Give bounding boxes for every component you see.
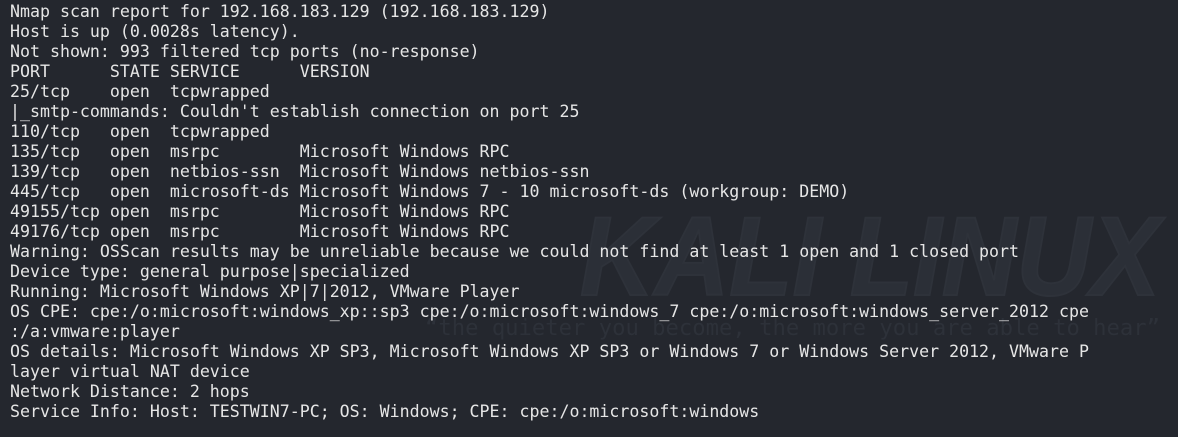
warning-line: Warning: OSScan results may be unreliabl… <box>10 242 1020 261</box>
nmap-output: Nmap scan report for 192.168.183.129 (19… <box>10 2 1089 422</box>
output-line: Device type: general purpose|specialized <box>10 262 410 281</box>
output-line: Service Info: Host: TESTWIN7-PC; OS: Win… <box>10 402 760 421</box>
port-table-header: PORT STATE SERVICE VERSION <box>10 62 370 81</box>
port-row: 49155/tcp open msrpc Microsoft Windows R… <box>10 202 510 221</box>
output-line: Host is up (0.0028s latency). <box>10 22 300 41</box>
port-row: 445/tcp open microsoft-ds Microsoft Wind… <box>10 182 850 201</box>
output-line: Network Distance: 2 hops <box>10 382 250 401</box>
output-line: OS CPE: cpe:/o:microsoft:windows_xp::sp3… <box>10 302 1089 321</box>
script-output-line: |_smtp-commands: Couldn't establish conn… <box>10 102 580 121</box>
output-line: :/a:vmware:player <box>10 322 180 341</box>
port-row: 25/tcp open tcpwrapped <box>10 82 270 101</box>
output-line: layer virtual NAT device <box>10 362 250 381</box>
port-row: 49176/tcp open msrpc Microsoft Windows R… <box>10 222 510 241</box>
output-line: Not shown: 993 filtered tcp ports (no-re… <box>10 42 480 61</box>
port-row: 139/tcp open netbios-ssn Microsoft Windo… <box>10 162 590 181</box>
terminal-window[interactable]: KALI LINUX “the quieter you become, the … <box>0 0 1178 437</box>
output-line: Running: Microsoft Windows XP|7|2012, VM… <box>10 282 520 301</box>
output-line: Nmap scan report for 192.168.183.129 (19… <box>10 2 550 21</box>
port-row: 135/tcp open msrpc Microsoft Windows RPC <box>10 142 510 161</box>
output-line: OS details: Microsoft Windows XP SP3, Mi… <box>10 342 1089 361</box>
port-row: 110/tcp open tcpwrapped <box>10 122 270 141</box>
